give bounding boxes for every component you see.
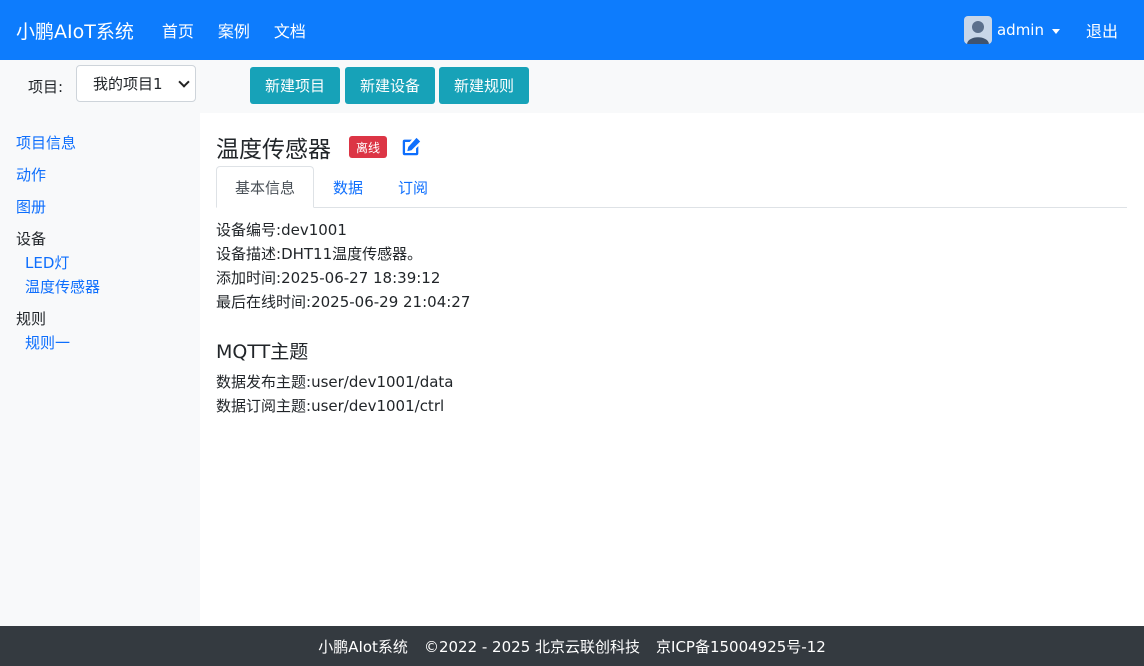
toolbar: 项目: 我的项目1 新建项目 新建设备 新建规则	[0, 60, 1144, 113]
user-avatar-icon	[966, 21, 989, 44]
mqtt-publish-topic: 数据发布主题:user/dev1001/data	[216, 371, 453, 392]
nav-link-docs[interactable]: 文档	[274, 18, 306, 42]
sidebar-item-led[interactable]: LED灯	[25, 252, 69, 273]
info-value: 2025-06-27 18:39:12	[281, 269, 441, 287]
mqtt-subscribe-topic: 数据订阅主题:user/dev1001/ctrl	[216, 395, 444, 416]
info-device-desc: 设备描述:DHT11温度传感器。	[216, 243, 422, 264]
sidebar-item-rule-1[interactable]: 规则一	[25, 332, 70, 353]
brand-link[interactable]: 小鹏AIoT系统	[16, 17, 134, 44]
info-added-time: 添加时间:2025-06-27 18:39:12	[216, 267, 440, 288]
user-menu-toggle[interactable]: admin	[997, 21, 1044, 39]
tab-subscribe[interactable]: 订阅	[382, 166, 444, 208]
nav-link-home[interactable]: 首页	[162, 18, 194, 42]
user-area: admin 退出	[963, 16, 1118, 44]
tab-data[interactable]: 数据	[314, 166, 382, 208]
info-label: 设备编号:	[216, 221, 282, 239]
sidebar-item-project-info[interactable]: 项目信息	[16, 132, 76, 153]
sidebar-item-actions[interactable]: 动作	[16, 164, 46, 185]
tab-basic-info[interactable]: 基本信息	[216, 166, 314, 208]
info-value: user/dev1001/data	[311, 373, 454, 391]
tab-bar: 基本信息 数据 订阅	[216, 166, 1127, 208]
info-label: 数据发布主题:	[216, 373, 312, 391]
top-navbar: 小鹏AIoT系统 首页 案例 文档 admin 退出	[0, 0, 1144, 60]
avatar[interactable]	[963, 16, 992, 44]
nav-links: 首页 案例 文档	[162, 18, 330, 42]
info-label: 设备描述:	[216, 245, 282, 263]
sidebar-heading-rules: 规则	[16, 310, 47, 328]
footer-copyright: ©2022 - 2025 北京云联创科技	[423, 637, 641, 656]
main-content: 温度传感器 离线 基本信息 数据 订阅 设备编号:dev1001 设备描述:DH…	[200, 113, 1144, 626]
info-label: 数据订阅主题:	[216, 397, 312, 415]
mqtt-section-title: MQTT主题	[216, 341, 309, 363]
sidebar: 项目信息 动作 图册 设备 LED灯 温度传感器 规则 规则一	[0, 113, 200, 626]
sidebar-item-temp-sensor[interactable]: 温度传感器	[25, 276, 100, 297]
sidebar-item-charts[interactable]: 图册	[16, 196, 46, 217]
edit-icon[interactable]	[400, 136, 422, 158]
info-value: DHT11温度传感器。	[281, 245, 423, 263]
info-value: dev1001	[281, 221, 347, 239]
new-project-button[interactable]: 新建项目	[250, 67, 340, 104]
footer: 小鹏AIot系统 ©2022 - 2025 北京云联创科技 京ICP备15004…	[0, 626, 1144, 666]
sidebar-heading-devices: 设备	[16, 230, 47, 248]
info-value: user/dev1001/ctrl	[311, 397, 445, 415]
project-label: 项目:	[28, 78, 64, 96]
page-title: 温度传感器	[216, 137, 331, 163]
chevron-down-icon[interactable]	[1051, 28, 1060, 34]
footer-icp-link[interactable]: 京ICP备15004925号-12	[656, 636, 826, 657]
info-device-id: 设备编号:dev1001	[216, 219, 347, 240]
chevron-down-icon	[178, 76, 190, 88]
project-select[interactable]: 我的项目1	[76, 65, 196, 102]
new-rule-button[interactable]: 新建规则	[439, 67, 529, 104]
new-device-button[interactable]: 新建设备	[345, 67, 435, 104]
logout-link[interactable]: 退出	[1086, 18, 1118, 42]
project-select-value: 我的项目1	[93, 75, 163, 93]
info-value: 2025-06-29 21:04:27	[311, 293, 471, 311]
info-label: 添加时间:	[216, 269, 282, 287]
footer-name: 小鹏AIot系统	[318, 637, 408, 656]
info-label: 最后在线时间:	[216, 293, 312, 311]
status-badge: 离线	[349, 136, 387, 158]
nav-link-cases[interactable]: 案例	[218, 18, 250, 42]
info-last-online: 最后在线时间:2025-06-29 21:04:27	[216, 291, 470, 312]
